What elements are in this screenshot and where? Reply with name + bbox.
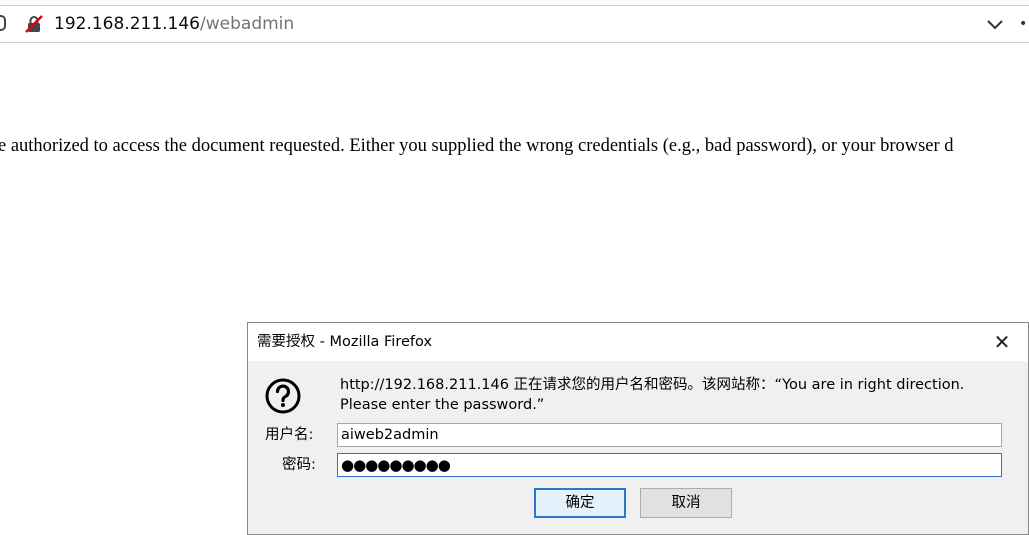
auth-dialog: 需要授权 - Mozilla Firefox ✕ http://192.168.… xyxy=(247,322,1029,535)
password-field[interactable]: ●●●●●●●●● xyxy=(337,453,1002,477)
chevron-down-icon[interactable] xyxy=(985,16,1005,32)
dialog-title: 需要授权 - Mozilla Firefox xyxy=(257,334,433,350)
dialog-message-line1: http://192.168.211.146 正在请求您的用户名和密码。该网站称… xyxy=(340,377,965,393)
insecure-connection-icon[interactable] xyxy=(24,14,44,34)
close-button[interactable]: ✕ xyxy=(992,332,1012,353)
url-bar[interactable]: 192.168.211.146/webadmin • xyxy=(0,5,1029,43)
error-message: e authorized to access the document requ… xyxy=(0,136,954,156)
dialog-message: http://192.168.211.146 正在请求您的用户名和密码。该网站称… xyxy=(340,375,1020,415)
question-icon xyxy=(265,378,301,414)
password-label: 密码: xyxy=(282,457,316,473)
dialog-titlebar[interactable]: 需要授权 - Mozilla Firefox ✕ xyxy=(248,323,1028,361)
more-dots-icon[interactable]: • xyxy=(1019,17,1029,31)
username-field[interactable]: aiweb2admin xyxy=(337,423,1002,447)
url-host: 192.168.211.146 xyxy=(54,14,201,34)
url-path: /webadmin xyxy=(200,14,295,34)
dialog-message-line2: Please enter the password.” xyxy=(340,397,545,413)
username-label: 用户名: xyxy=(265,427,314,443)
cancel-button[interactable]: 取消 xyxy=(640,488,732,518)
url-text[interactable]: 192.168.211.146/webadmin xyxy=(54,14,294,34)
ok-button[interactable]: 确定 xyxy=(534,488,626,518)
partial-toolbar-icon[interactable] xyxy=(0,15,6,31)
